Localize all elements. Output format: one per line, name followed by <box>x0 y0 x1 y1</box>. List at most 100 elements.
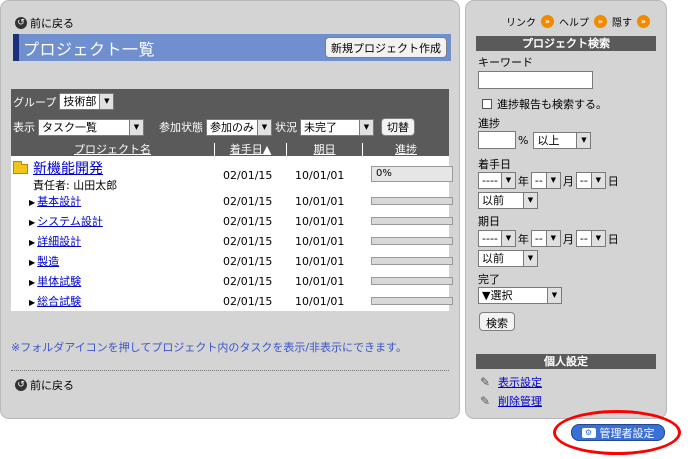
include-reports-checkbox[interactable] <box>482 99 492 109</box>
progress-bar <box>371 237 453 245</box>
start-month-select[interactable]: -- ▼ <box>530 172 561 189</box>
hide-arrow-icon[interactable]: » <box>637 15 650 28</box>
due-before-select[interactable]: 以前 ▼ <box>478 250 538 267</box>
task-link[interactable]: 単体試験 <box>37 275 81 288</box>
column-header-start[interactable]: 着手日▲ <box>215 143 287 156</box>
link-arrow-icon[interactable]: » <box>541 15 554 28</box>
include-reports-row[interactable]: 進捗報告も検索する。 <box>482 96 607 112</box>
project-link[interactable]: 新機能開発 <box>33 161 103 177</box>
display-select-value: タスク一覧 <box>42 120 97 134</box>
start-year-select[interactable]: ---- ▼ <box>478 172 516 189</box>
folder-icon[interactable] <box>13 160 28 174</box>
status-select[interactable]: 未完了 ▼ <box>300 118 374 136</box>
group-select[interactable]: 技術部 ▼ <box>59 93 115 110</box>
display-settings-link[interactable]: 表示設定 <box>498 374 542 390</box>
complete-row: ▼選択 ▼ <box>478 287 562 304</box>
task-link[interactable]: 製造 <box>37 255 59 268</box>
due-month-select[interactable]: -- ▼ <box>530 230 561 247</box>
table-row: ▶ 総合試験 02/01/15 10/01/01 <box>11 291 453 311</box>
month-label: 月 <box>562 232 574 246</box>
due-before-value: 以前 <box>482 252 504 265</box>
delete-management-row[interactable]: ✎ 削除管理 <box>480 393 542 409</box>
task-link[interactable]: 詳細設計 <box>37 235 81 248</box>
task-due-date: 10/01/01 <box>295 194 345 208</box>
admin-settings-button[interactable]: ⚙ 管理者設定 <box>571 424 665 441</box>
project-list-panel: ↺ 前に戻る プロジェクト一覧 新規プロジェクト作成 グループ 技術部 ▼ 表示… <box>0 0 460 419</box>
admin-icon: ⚙ <box>581 427 596 438</box>
due-day-value: -- <box>579 232 588 245</box>
table-row: ▶ 基本設計 02/01/15 10/01/01 <box>11 191 453 211</box>
task-name-cell: ▶ システム設計 <box>11 213 215 229</box>
task-name-cell: ▶ 総合試験 <box>11 293 215 309</box>
task-progress-cell <box>363 197 453 205</box>
task-start-date: 02/01/15 <box>223 194 273 208</box>
folder-toggle-note: ※フォルダアイコンを押してプロジェクト内のタスクを表示/非表示にできます。 <box>11 341 407 354</box>
display-settings-row[interactable]: ✎ 表示設定 <box>480 374 542 390</box>
title-bar: プロジェクト一覧 新規プロジェクト作成 <box>13 34 451 61</box>
personal-settings-header: 個人設定 <box>476 354 656 369</box>
search-button[interactable]: 検索 <box>479 312 515 331</box>
task-progress-cell <box>363 297 453 305</box>
help-arrow-icon[interactable]: » <box>594 15 607 28</box>
progress-bar <box>371 217 453 225</box>
due-year-select[interactable]: ---- ▼ <box>478 230 516 247</box>
task-table: プロジェクト名 着手日▲ 期日 進捗 新機能開発 02/01/15 10/01/… <box>11 143 453 311</box>
progress-label: 進捗 <box>478 117 500 130</box>
task-start-date: 02/01/15 <box>223 234 273 248</box>
hide-link[interactable]: 隠す <box>612 14 632 29</box>
triangle-right-icon: ▶ <box>29 238 36 247</box>
pencil-icon: ✎ <box>480 394 491 408</box>
chevron-down-icon: ▼ <box>523 193 537 208</box>
new-project-button[interactable]: 新規プロジェクト作成 <box>325 37 447 58</box>
link-link[interactable]: リンク <box>506 14 536 29</box>
display-select[interactable]: タスク一覧 ▼ <box>38 118 144 136</box>
start-month-value: -- <box>534 174 543 187</box>
start-date-row: ---- ▼ 年 -- ▼ 月 -- ▼ 日 <box>478 172 619 189</box>
column-header-name[interactable]: プロジェクト名 <box>11 143 215 156</box>
chevron-down-icon: ▼ <box>500 173 515 188</box>
toggle-button[interactable]: 切替 <box>381 118 415 136</box>
include-reports-label: 進捗報告も検索する。 <box>497 98 607 111</box>
task-link[interactable]: システム設計 <box>37 215 103 228</box>
delete-management-link[interactable]: 削除管理 <box>498 393 542 409</box>
progress-op-select[interactable]: 以上 ▼ <box>533 131 592 149</box>
chevron-down-icon: ▼ <box>576 132 591 148</box>
task-due-date: 10/01/01 <box>295 294 345 308</box>
task-progress-cell <box>363 237 453 245</box>
keyword-input[interactable] <box>478 71 593 89</box>
task-start-date: 02/01/15 <box>223 254 273 268</box>
complete-select[interactable]: ▼選択 ▼ <box>478 287 562 304</box>
due-day-select[interactable]: -- ▼ <box>575 230 606 247</box>
table-row: ▶ 製造 02/01/15 10/01/01 <box>11 251 453 271</box>
participation-label: 参加状態 <box>159 121 203 134</box>
progress-text: 0% <box>376 167 392 179</box>
side-panel: リンク » ヘルプ » 隠す » プロジェクト検索 キーワード 進捗報告も検索す… <box>465 0 667 419</box>
chevron-down-icon: ▼ <box>545 231 560 246</box>
project-progress-cell: 0% <box>363 165 453 182</box>
back-link-top[interactable]: ↺ 前に戻る <box>15 15 74 31</box>
admin-settings-label: 管理者設定 <box>599 426 655 440</box>
progress-bar <box>371 197 453 205</box>
month-label: 月 <box>562 174 574 188</box>
participation-select[interactable]: 参加のみ ▼ <box>206 118 272 136</box>
help-link[interactable]: ヘルプ <box>559 14 589 29</box>
task-link[interactable]: 総合試験 <box>37 295 81 308</box>
task-link[interactable]: 基本設計 <box>37 195 81 208</box>
progress-input[interactable] <box>478 131 516 149</box>
chevron-down-icon: ▼ <box>547 288 561 303</box>
year-label: 年 <box>517 174 529 188</box>
task-name-cell: ▶ 基本設計 <box>11 193 215 209</box>
start-before-select[interactable]: 以前 ▼ <box>478 192 538 209</box>
complete-label: 完了 <box>478 273 500 286</box>
project-name-cell: 新機能開発 <box>11 158 215 178</box>
start-day-select[interactable]: -- ▼ <box>575 172 606 189</box>
column-header-progress[interactable]: 進捗 <box>363 143 449 156</box>
task-name-cell: ▶ 製造 <box>11 253 215 269</box>
task-start-date: 02/01/15 <box>223 274 273 288</box>
column-header-due[interactable]: 期日 <box>287 143 363 156</box>
start-before-value: 以前 <box>482 194 504 207</box>
back-link-bottom[interactable]: ↺ 前に戻る <box>15 377 74 393</box>
due-before-row: 以前 ▼ <box>478 250 538 267</box>
group-label: グループ <box>13 95 57 109</box>
progress-bar <box>371 277 453 285</box>
